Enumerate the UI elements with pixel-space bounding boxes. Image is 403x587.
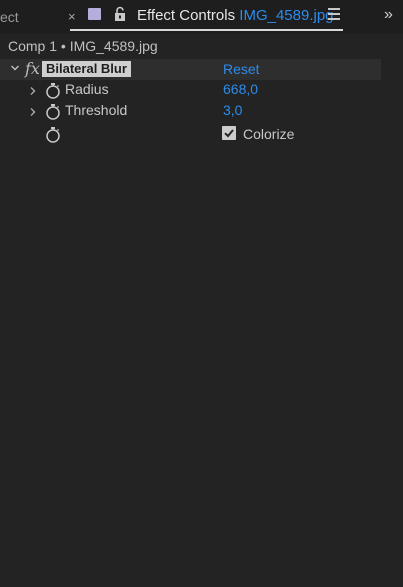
property-row-threshold: Threshold 3,0 bbox=[0, 101, 403, 122]
colorize-label[interactable]: Colorize bbox=[243, 126, 294, 142]
tab-file-name: IMG_4589.jpg bbox=[239, 7, 334, 24]
colorize-checkbox[interactable] bbox=[222, 126, 236, 140]
chevron-right-icon[interactable] bbox=[28, 86, 38, 96]
effect-row-bilateral-blur[interactable]: fx Bilateral Blur Reset bbox=[0, 59, 381, 80]
chevron-down-icon[interactable] bbox=[10, 63, 20, 73]
property-row-radius: Radius 668,0 bbox=[0, 80, 403, 101]
property-value[interactable]: 3,0 bbox=[223, 102, 242, 118]
property-label: Radius bbox=[65, 81, 109, 97]
previous-tab[interactable]: ect bbox=[0, 9, 19, 25]
property-label: Threshold bbox=[65, 102, 128, 118]
tab-title-text: Effect Controls bbox=[137, 7, 236, 24]
chevron-right-icon[interactable] bbox=[28, 107, 38, 117]
stopwatch-icon[interactable] bbox=[45, 126, 61, 143]
breadcrumb: Comp 1 • IMG_4589.jpg bbox=[8, 38, 158, 54]
effect-list: fx Bilateral Blur Reset Radius 668,0 Thr… bbox=[0, 59, 403, 148]
stopwatch-icon[interactable] bbox=[45, 82, 61, 99]
property-row-colorize: Colorize bbox=[0, 122, 403, 148]
lock-icon[interactable] bbox=[113, 6, 127, 22]
effect-name[interactable]: Bilateral Blur bbox=[42, 61, 131, 77]
property-value[interactable]: 668,0 bbox=[223, 81, 258, 97]
effect-controls-tab[interactable]: Effect Controls IMG_4589.jpg bbox=[137, 7, 334, 24]
active-tab-underline bbox=[70, 29, 343, 31]
overflow-icon[interactable]: » bbox=[384, 6, 393, 24]
fx-icon[interactable]: fx bbox=[25, 59, 40, 78]
stopwatch-icon[interactable] bbox=[45, 103, 61, 120]
reset-button[interactable]: Reset bbox=[223, 61, 260, 77]
panel-menu-icon[interactable] bbox=[328, 8, 340, 22]
label-color-swatch[interactable] bbox=[88, 8, 101, 20]
panel-tab-bar: ect × Effect Controls IMG_4589.jpg » bbox=[0, 0, 403, 34]
close-icon[interactable]: × bbox=[68, 9, 76, 24]
